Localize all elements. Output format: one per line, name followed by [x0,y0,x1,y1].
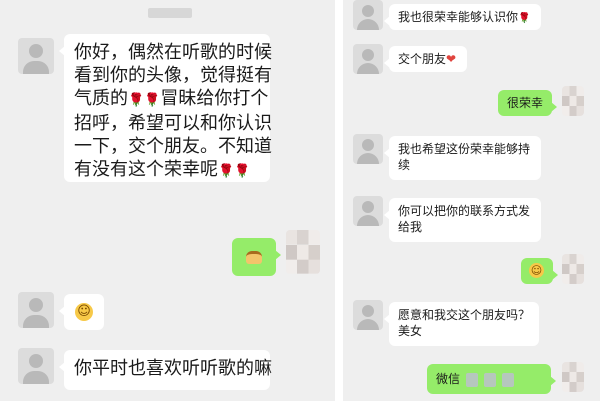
rose-emoji-icon: 🌹 [128,93,145,108]
outgoing-message-bubble: 很荣幸 [498,90,557,116]
message-line: 一下，交个朋友。不知道 [74,136,272,157]
heart-emoji-icon: ❤ [446,52,457,66]
message-line: 愿意和我交这个朋友吗？ [398,308,531,322]
my-avatar-mosaic[interactable] [562,254,584,284]
message-line: 气质的 [74,88,128,109]
incoming-message-bubble: 你平时也喜欢听听歌的嘛 [59,350,272,390]
incoming-message-bubble: 你可以把你的联系方式发 给我 [384,198,541,242]
my-avatar-mosaic[interactable] [286,230,320,274]
incoming-message-bubble: 愿意和我交这个朋友吗？ 美女 [384,302,539,346]
contact-avatar[interactable] [18,38,54,74]
incoming-message-bubble: 你好，偶然在听歌的时候 看到你的头像，觉得挺有 气质的🌹🌹冒昧给你打个 招呼，希… [59,34,272,182]
message-line: 冒昧给你打个 [160,88,269,109]
message-line: 你好，偶然在听歌的时候 [74,42,272,63]
pudding-sticker-icon [246,251,262,264]
my-avatar-mosaic[interactable] [562,86,584,116]
message-line: 有没有这个荣幸呢 [74,159,218,180]
message-text: 交个朋友 [398,52,447,66]
contact-avatar[interactable] [353,0,383,30]
message-line: 看到你的头像，觉得挺有 [74,65,272,86]
message-text: 很荣幸 [507,96,544,110]
rose-emoji-icon: 🌹 [518,13,531,24]
redacted-contact-blur [484,372,497,387]
message-line: 招呼，希望可以和你认识 [74,113,272,134]
message-line: 我也希望这份荣幸能够持 [398,142,531,156]
rose-emoji-icon: 🌹 [218,164,235,179]
incoming-message-bubble: 我也很荣幸能够认识你🌹 [384,4,541,30]
right-chat-panel: 我也很荣幸能够认识你🌹 交个朋友❤ 很荣幸 我也希望这份荣幸能够持 续 你可以把… [343,0,600,401]
outgoing-sticker-bubble [232,238,281,276]
message-text: 你平时也喜欢听听歌的嘛 [74,358,272,379]
contact-avatar[interactable] [353,44,383,74]
outgoing-emoji-bubble: ☺ [521,258,558,284]
message-line: 续 [398,158,411,172]
message-text: 我也很荣幸能够认识你 [398,10,519,24]
message-text: 微信 [436,372,461,386]
message-line: 你可以把你的联系方式发 [398,204,531,218]
left-chat-panel: 你好，偶然在听歌的时候 看到你的头像，觉得挺有 气质的🌹🌹冒昧给你打个 招呼，希… [0,0,335,401]
incoming-message-bubble: 我也希望这份荣幸能够持 续 [384,136,541,180]
smile-emoji-icon: ☺ [75,303,93,321]
redacted-contact-blur [466,372,479,387]
incoming-emoji-bubble: ☺ [59,294,104,330]
contact-avatar[interactable] [353,134,383,164]
contact-avatar[interactable] [18,292,54,328]
status-bar-blur [148,8,192,18]
message-line: 给我 [398,220,423,234]
contact-avatar[interactable] [18,348,54,384]
outgoing-message-bubble: 微信 [427,364,556,394]
smile-emoji-icon: ☺ [529,263,544,278]
contact-avatar[interactable] [353,300,383,330]
rose-emoji-icon: 🌹 [234,164,251,179]
redacted-contact-blur [502,372,515,387]
incoming-message-bubble: 交个朋友❤ [384,46,467,72]
message-line: 美女 [398,324,423,338]
my-avatar-mosaic[interactable] [562,362,584,392]
contact-avatar[interactable] [353,196,383,226]
rose-emoji-icon: 🌹 [144,93,161,108]
